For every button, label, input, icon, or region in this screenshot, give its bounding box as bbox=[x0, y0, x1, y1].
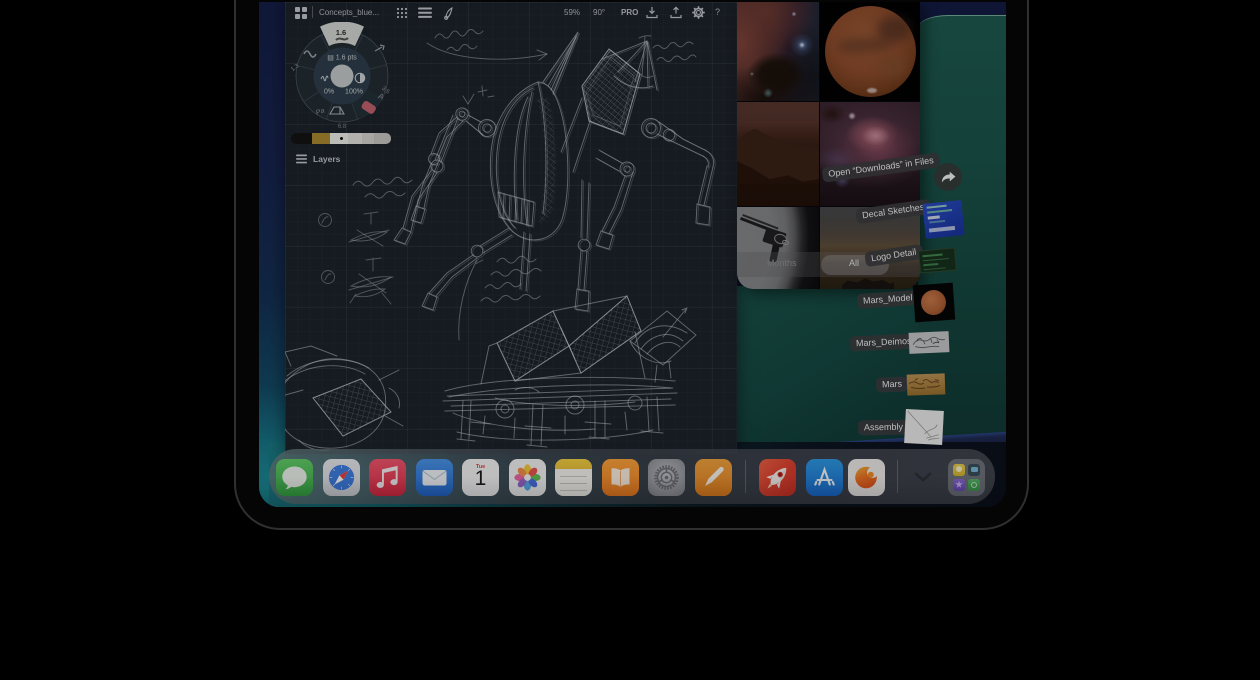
svg-text:6.8: 6.8 bbox=[338, 124, 347, 130]
svg-text:▤ 1.6 pts: ▤ 1.6 pts bbox=[327, 55, 357, 62]
svg-text:1.6: 1.6 bbox=[336, 28, 346, 37]
svg-text:100%: 100% bbox=[345, 89, 363, 96]
svg-text:0%: 0% bbox=[324, 89, 334, 96]
